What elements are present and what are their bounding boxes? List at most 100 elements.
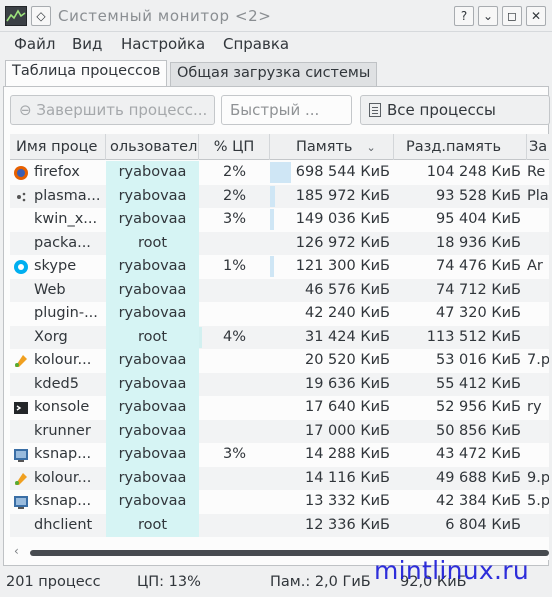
table-row[interactable]: ksnap... ryabovaa 3% 14 288 КиБ 43 472 КиБ — [10, 443, 549, 467]
process-cpu — [199, 279, 270, 303]
table-row[interactable]: konsole ryabovaa 17 640 КиБ 52 956 КиБ ry — [10, 396, 549, 420]
system-monitor-icon[interactable] — [5, 6, 27, 26]
kill-process-label: Завершить процесс... — [36, 101, 208, 119]
process-memory: 31 424 КиБ — [304, 328, 390, 345]
process-cpu — [199, 349, 270, 373]
process-shared-memory: 49 688 КиБ — [435, 469, 521, 486]
process-user: ryabovaa — [106, 184, 199, 208]
menu-settings[interactable]: Настройка — [121, 35, 205, 53]
list-icon — [369, 103, 381, 117]
status-memory: Пам.: 2,0 ГиБ — [270, 574, 371, 590]
table-row[interactable]: kolour... ryabovaa 14 116 КиБ 49 688 КиБ 9.p — [10, 466, 549, 491]
process-extra — [527, 514, 549, 538]
close-button[interactable]: ✕ — [526, 6, 546, 26]
process-cpu — [199, 420, 270, 444]
process-shared-memory: 47 320 КиБ — [435, 305, 521, 321]
process-table[interactable]: Имя проце ользовател % ЦП Память ⌄ Разд.п… — [10, 134, 549, 560]
table-row[interactable]: kwin_x... ryabovaa 3% 149 036 КиБ 95 404 КиБ — [10, 208, 549, 232]
table-row[interactable]: dhclient root 12 336 КиБ 6 804 КиБ — [10, 513, 549, 538]
process-memory: 42 240 КиБ — [304, 305, 390, 321]
menu-view[interactable]: Вид — [72, 35, 102, 53]
tab-system-load[interactable]: Общая загрузка системы — [170, 62, 378, 86]
process-shared-memory: 93 528 КиБ — [435, 187, 521, 204]
title-bar: ◇ Системный монитор <2> ? ⌄ ◻ ✕ — [0, 0, 552, 32]
process-cpu — [199, 232, 270, 256]
skype-icon — [13, 259, 29, 275]
table-row[interactable]: skype ryabovaa 1% 121 300 КиБ 74 476 КиБ Ar — [10, 255, 549, 279]
process-extra — [527, 326, 549, 350]
process-user: ryabovaa — [106, 419, 199, 443]
process-user: ryabovaa — [106, 302, 199, 326]
process-user: ryabovaa — [106, 208, 199, 232]
process-extra: Re — [527, 164, 546, 180]
header-user[interactable]: ользовател — [106, 134, 199, 160]
menu-file[interactable]: Файл — [14, 35, 55, 53]
process-filter-select[interactable]: Все процессы — [360, 95, 550, 125]
process-shared-memory: 113 512 КиБ — [426, 328, 521, 345]
maximize-button[interactable]: ◻ — [502, 6, 522, 26]
pin-button[interactable]: ◇ — [31, 6, 51, 26]
firefox-icon — [13, 165, 29, 181]
kill-process-button[interactable]: ⊖ Завершить процесс... — [10, 95, 215, 125]
help-button[interactable]: ? — [454, 6, 474, 26]
process-user: ryabovaa — [106, 396, 199, 420]
process-user: ryabovaa — [106, 278, 199, 302]
process-user: ryabovaa — [106, 255, 199, 279]
process-extra — [527, 208, 549, 232]
table-row[interactable]: kded5 ryabovaa 19 636 КиБ 55 412 КиБ — [10, 372, 549, 397]
process-filter-value: Все процессы — [387, 101, 496, 119]
table-row[interactable]: Xorg root 4% 31 424 КиБ 113 512 КиБ — [10, 325, 549, 350]
process-shared-memory: 74 712 КиБ — [435, 281, 521, 298]
process-memory: 13 332 КиБ — [304, 493, 390, 509]
process-cpu — [199, 373, 270, 397]
process-name: packa... — [34, 234, 91, 251]
process-shared-memory: 104 248 КиБ — [426, 164, 521, 180]
header-cpu[interactable]: % ЦП — [199, 134, 270, 160]
process-memory: 46 576 КиБ — [304, 281, 390, 298]
process-extra: Ar — [527, 258, 543, 274]
table-row[interactable]: packa... root 126 972 КиБ 18 936 КиБ — [10, 231, 549, 256]
table-row[interactable]: Web ryabovaa 46 576 КиБ 74 712 КиБ — [10, 278, 549, 303]
window-title: Системный монитор <2> — [58, 7, 272, 25]
table-row[interactable]: plugin-... ryabovaa 42 240 КиБ 47 320 КиБ — [10, 302, 549, 326]
header-shared-memory[interactable]: Разд.память — [394, 134, 527, 160]
process-extra: 9.p — [527, 469, 549, 486]
process-name: krunner — [34, 422, 91, 439]
header-extra[interactable]: За — [527, 134, 549, 160]
table-row[interactable]: kolour... ryabovaa 20 520 КиБ 53 016 КиБ 7.p — [10, 349, 549, 373]
process-extra — [527, 232, 549, 256]
process-cpu: 3% — [222, 211, 246, 227]
menu-bar: Файл Вид Настройка Справка — [0, 33, 552, 57]
process-name: kwin_x... — [34, 211, 98, 227]
process-cpu — [199, 302, 270, 326]
table-row[interactable]: ksnap... ryabovaa 13 332 КиБ 42 384 КиБ 5.p — [10, 490, 549, 514]
tab-bar: Таблица процессов Общая загрузка системы — [0, 60, 552, 87]
process-extra: ry — [527, 399, 542, 415]
scroll-left-icon[interactable]: ‹ — [14, 544, 19, 558]
header-name[interactable]: Имя проце — [10, 134, 106, 160]
minimize-button[interactable]: ⌄ — [478, 6, 498, 26]
process-cpu — [199, 490, 270, 514]
process-user: ryabovaa — [106, 443, 199, 467]
process-shared-memory: 53 016 КиБ — [435, 352, 521, 368]
header-memory[interactable]: Память ⌄ — [270, 134, 394, 160]
table-row[interactable]: plasma... ryabovaa 2% 185 972 КиБ 93 528 КиБ… — [10, 184, 549, 208]
table-row[interactable]: firefox ryabovaa 2% 698 544 КиБ 104 248 КиБ R… — [10, 161, 549, 185]
tab-process-table[interactable]: Таблица процессов — [5, 60, 168, 87]
process-memory: 17 640 КиБ — [304, 399, 390, 415]
process-memory: 126 972 КиБ — [295, 234, 390, 251]
process-cpu: 2% — [222, 187, 246, 204]
menu-help[interactable]: Справка — [223, 35, 289, 53]
quick-search-input[interactable] — [221, 95, 352, 125]
table-row[interactable]: krunner ryabovaa 17 000 КиБ 50 856 КиБ — [10, 419, 549, 444]
table-header: Имя проце ользовател % ЦП Память ⌄ Разд.п… — [10, 134, 549, 160]
process-cpu — [199, 467, 270, 491]
plasma-icon — [13, 189, 29, 205]
process-shared-memory: 55 412 КиБ — [435, 375, 521, 392]
kill-icon: ⊖ — [19, 101, 32, 119]
process-cpu: 1% — [222, 258, 246, 274]
process-user: root — [106, 513, 199, 537]
process-memory: 698 544 КиБ — [295, 164, 390, 180]
process-extra — [527, 420, 549, 444]
process-cpu: 4% — [222, 328, 246, 345]
